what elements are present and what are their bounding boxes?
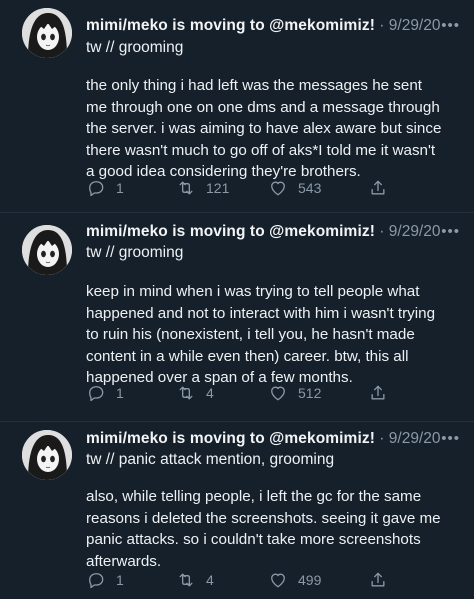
content-warning: tw // grooming — [86, 244, 184, 261]
tweet-date[interactable]: 9/29/20 — [389, 223, 441, 240]
tweet-line: happened and not to interact with him i … — [86, 304, 436, 322]
tweet-line: there wasn't much to go off of aks*I tol… — [86, 141, 436, 159]
avatar[interactable] — [22, 8, 72, 58]
tweet-line: the only thing i had left was the messag… — [86, 77, 423, 94]
reply-count: 1 — [116, 385, 124, 401]
tweet-date[interactable]: 9/29/20 — [389, 17, 441, 34]
author-name[interactable]: mimi/meko is moving to @mekomimiz! — [86, 430, 375, 447]
reply-count: 1 — [116, 572, 124, 588]
tweet-header: mimi/meko is moving to @mekomimiz! · 9/2… — [86, 15, 460, 37]
separator-dot: · — [379, 17, 385, 34]
tweet[interactable]: mimi/meko is moving to @mekomimiz! · 9/2… — [0, 213, 474, 422]
retweet-count: 4 — [206, 572, 214, 588]
reply-icon — [89, 181, 104, 197]
avatar[interactable] — [22, 225, 72, 275]
action-bar: 1 121 543 — [86, 176, 456, 200]
retweet-button[interactable]: 4 — [176, 568, 214, 592]
share-button[interactable] — [368, 568, 388, 592]
timeline: mimi/meko is moving to @mekomimiz! · 9/2… — [0, 0, 474, 599]
avatar[interactable] — [22, 430, 72, 480]
avatar-image — [22, 430, 72, 480]
tweet-line: keep in mind when i was trying to tell p… — [86, 283, 420, 300]
share-button[interactable] — [368, 176, 388, 200]
reply-count: 1 — [116, 180, 124, 196]
avatar-image — [22, 225, 72, 275]
action-bar: 1 4 512 — [86, 381, 456, 405]
like-icon — [271, 386, 285, 401]
tweet-text: the only thing i had left was the messag… — [86, 75, 454, 183]
tweet-text: also, while telling people, i left the g… — [86, 486, 454, 572]
more-options-icon[interactable]: ••• — [441, 15, 460, 37]
tweet[interactable]: mimi/meko is moving to @mekomimiz! · 9/2… — [0, 422, 474, 599]
retweet-count: 4 — [206, 385, 214, 401]
like-icon — [271, 181, 285, 196]
content-warning: tw // grooming — [86, 39, 184, 56]
tweet[interactable]: mimi/meko is moving to @mekomimiz! · 9/2… — [0, 0, 474, 213]
retweet-count: 121 — [206, 180, 230, 196]
share-icon — [371, 385, 385, 400]
share-icon — [371, 180, 385, 195]
reply-button[interactable]: 1 — [86, 568, 124, 592]
retweet-icon — [179, 573, 193, 587]
like-button[interactable]: 499 — [268, 568, 321, 592]
like-icon — [271, 573, 285, 588]
reply-button[interactable]: 1 — [86, 381, 124, 405]
like-count: 499 — [298, 572, 322, 588]
reply-button[interactable]: 1 — [86, 176, 124, 200]
tweet-header: mimi/meko is moving to @mekomimiz! · 9/2… — [86, 428, 460, 450]
author-name[interactable]: mimi/meko is moving to @mekomimiz! — [86, 223, 375, 240]
retweet-icon — [179, 386, 193, 400]
more-options-icon[interactable]: ••• — [441, 428, 460, 450]
tweet-line: to ruin his (nonexistent, i tell you, he… — [86, 326, 415, 343]
retweet-button[interactable]: 4 — [176, 381, 214, 405]
like-count: 512 — [298, 385, 322, 401]
separator-dot: · — [379, 223, 385, 240]
retweet-icon — [179, 181, 193, 195]
author-name[interactable]: mimi/meko is moving to @mekomimiz! — [86, 17, 375, 34]
action-bar: 1 4 499 — [86, 568, 456, 592]
reply-icon — [89, 573, 104, 589]
like-count: 543 — [298, 180, 322, 196]
reply-icon — [89, 386, 104, 402]
tweet-date[interactable]: 9/29/20 — [389, 430, 441, 447]
tweet-text: keep in mind when i was trying to tell p… — [86, 281, 454, 389]
content-warning: tw // panic attack mention, grooming — [86, 451, 335, 468]
tweet-line: me through one on one dms and a message … — [86, 98, 440, 116]
like-button[interactable]: 512 — [268, 381, 321, 405]
avatar-image — [22, 8, 72, 58]
tweet-line: panic attacks. so i couldn't take more s… — [86, 531, 421, 548]
more-options-icon[interactable]: ••• — [441, 221, 460, 243]
tweet-line: the server. i was aiming to have alex aw… — [86, 120, 442, 137]
tweet-header: mimi/meko is moving to @mekomimiz! · 9/2… — [86, 221, 460, 243]
tweet-line: content in a while even then) career. bt… — [86, 347, 409, 365]
tweet-line: also, while telling people, i left the g… — [86, 488, 422, 505]
tweet-line: reasons i deleted the screenshots. seein… — [86, 509, 441, 527]
like-button[interactable]: 543 — [268, 176, 321, 200]
retweet-button[interactable]: 121 — [176, 176, 229, 200]
share-button[interactable] — [368, 381, 388, 405]
separator-dot: · — [379, 430, 385, 447]
share-icon — [371, 572, 385, 587]
